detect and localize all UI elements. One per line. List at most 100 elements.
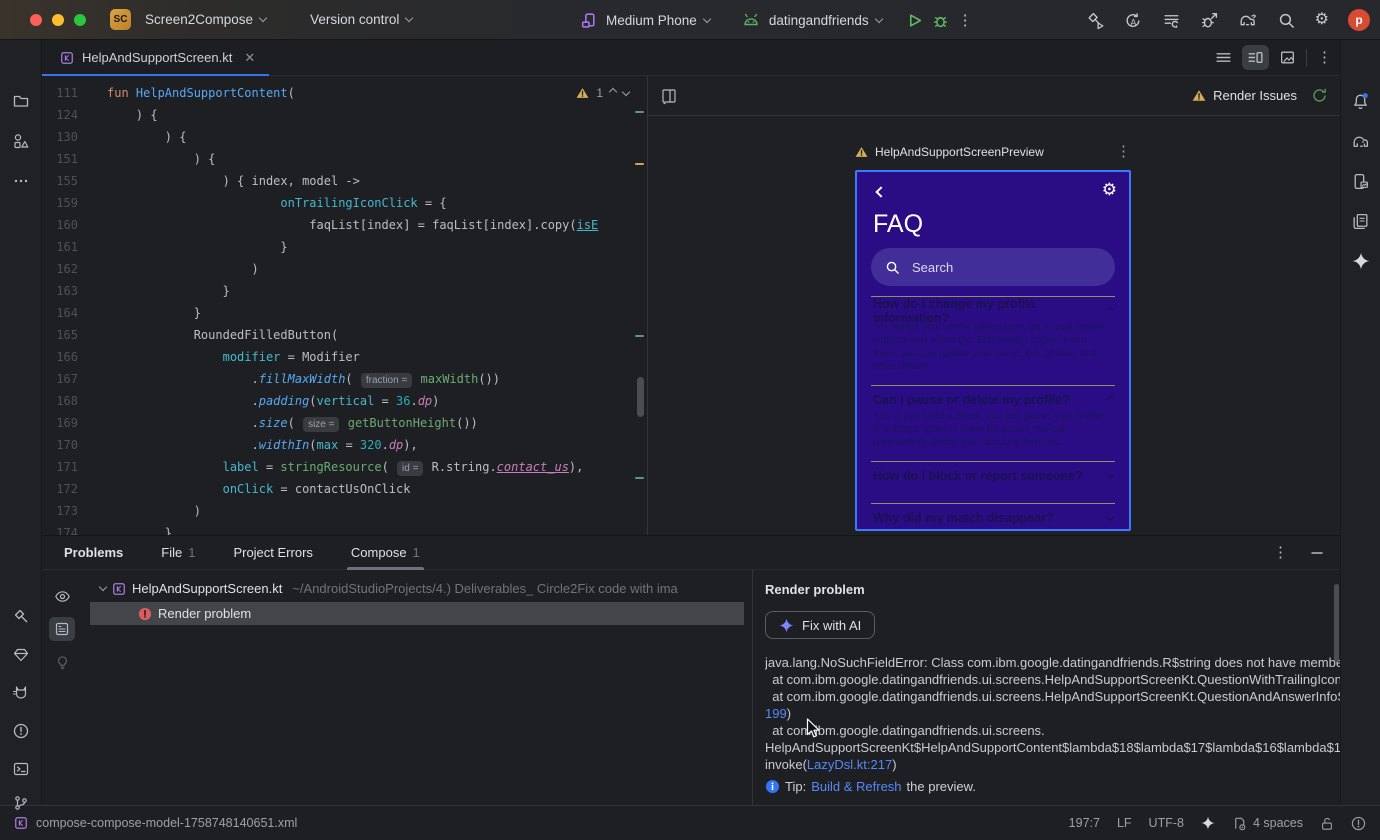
code-text[interactable]: fun HelpAndSupportContent( (107, 82, 295, 104)
code-text[interactable]: modifier = Modifier (107, 346, 360, 368)
code-line[interactable]: 162 ) (42, 258, 647, 280)
panel-tab-problems[interactable]: Problems (58, 536, 129, 570)
code-text[interactable]: ) { index, model -> (107, 170, 360, 192)
run-configuration-selector[interactable]: datingandfriends (769, 13, 883, 28)
preview-layout-icon[interactable] (660, 87, 678, 105)
ai-status-sparkle-icon[interactable] (1201, 816, 1215, 830)
minimize-window-button[interactable] (52, 13, 64, 26)
code-text[interactable]: onTrailingIconClick = { (107, 192, 446, 214)
stripe-mark-teal[interactable] (635, 111, 644, 113)
code-line[interactable]: 159 onTrailingIconClick = { (42, 192, 647, 214)
device-selector[interactable]: Medium Phone (606, 13, 712, 28)
code-line[interactable]: 173 ) (42, 500, 647, 522)
line-number[interactable]: 170 (42, 434, 78, 456)
phone-preview-frame[interactable]: ⚙ FAQ Search How do I change my profile … (855, 170, 1131, 531)
editor-tab[interactable]: HelpAndSupportScreen.kt ✕ (42, 40, 270, 77)
line-number[interactable]: 130 (42, 126, 78, 148)
code-text[interactable]: .padding(vertical = 36.dp) (107, 390, 439, 412)
resource-manager-icon[interactable] (6, 126, 36, 156)
code-line[interactable]: 155 ) { index, model -> (42, 170, 647, 192)
line-number[interactable]: 155 (42, 170, 78, 192)
code-line[interactable]: 161 } (42, 236, 647, 258)
code-text[interactable]: RoundedFilledButton( (107, 324, 339, 346)
code-text[interactable]: } (107, 522, 172, 535)
line-number[interactable]: 169 (42, 412, 78, 434)
line-number[interactable]: 168 (42, 390, 78, 412)
code-text[interactable]: ) (107, 500, 201, 522)
back-arrow-icon[interactable] (875, 186, 887, 198)
faq-item[interactable]: Can I pause or delete my profile? Yes. If… (871, 385, 1115, 449)
code-text[interactable]: onClick = contactUsOnClick (107, 478, 411, 500)
panel-tab-project-errors[interactable]: Project Errors (227, 536, 318, 570)
preview-options-icon[interactable]: ⋮ (1116, 144, 1131, 159)
line-separator[interactable]: LF (1117, 816, 1132, 830)
code-line[interactable]: 124 ) { (42, 104, 647, 126)
build-tool-icon[interactable] (6, 602, 36, 632)
stripe-mark-warning[interactable] (635, 163, 644, 165)
apply-changes-icon[interactable]: A (1124, 11, 1143, 30)
code-line[interactable]: 111 fun HelpAndSupportContent( (42, 82, 647, 104)
problems-tool-icon[interactable] (6, 716, 36, 746)
app-quality-insights-icon[interactable] (6, 640, 36, 670)
code-text[interactable]: .widthIn(max = 320.dp), (107, 434, 417, 456)
code-text[interactable]: } (107, 302, 201, 324)
gradle-elephant-icon[interactable] (1346, 126, 1376, 156)
line-number[interactable]: 171 (42, 456, 78, 478)
code-line[interactable]: 164 } (42, 302, 647, 324)
file-encoding[interactable]: UTF-8 (1149, 816, 1184, 830)
render-problem-row[interactable]: Render problem (90, 602, 744, 625)
code-text[interactable]: } (107, 280, 230, 302)
caret-position[interactable]: 197:7 (1069, 816, 1100, 830)
problems-file-row[interactable]: HelpAndSupportScreen.kt ~/AndroidStudioP… (82, 577, 752, 600)
previous-problem-icon[interactable] (608, 87, 618, 96)
code-area[interactable]: 111 fun HelpAndSupportContent(124 ) {130 … (42, 82, 647, 535)
line-number[interactable]: 160 (42, 214, 78, 236)
code-line[interactable]: 172 onClick = contactUsOnClick (42, 478, 647, 500)
faq-item[interactable]: How do I change my profile information? T… (871, 296, 1115, 373)
code-text[interactable]: .size( size = getButtonHeight()) (107, 412, 478, 434)
split-view-icon[interactable] (1242, 45, 1269, 70)
search-everywhere-icon[interactable] (1277, 11, 1296, 30)
detail-scrollbar[interactable] (1334, 584, 1339, 662)
stripe-mark-teal[interactable] (635, 477, 644, 479)
attach-debugger-icon[interactable] (1200, 11, 1219, 30)
line-number[interactable]: 151 (42, 148, 78, 170)
code-line[interactable]: 165 RoundedFilledButton( (42, 324, 647, 346)
code-line[interactable]: 160 faqList[index] = faqList[index].copy… (42, 214, 647, 236)
editor-scrollbar[interactable] (637, 377, 644, 417)
device-explorer-icon[interactable] (1346, 206, 1376, 236)
line-number[interactable]: 173 (42, 500, 78, 522)
code-text[interactable]: ) { (107, 148, 216, 170)
hide-panel-icon[interactable] (1310, 546, 1324, 560)
gradle-sync-icon[interactable] (1238, 11, 1258, 30)
line-number[interactable]: 163 (42, 280, 78, 302)
quick-fix-bulb-icon[interactable] (49, 650, 75, 674)
line-number[interactable]: 167 (42, 368, 78, 390)
line-number[interactable]: 159 (42, 192, 78, 214)
more-actions-button[interactable]: ⋮ (958, 13, 973, 28)
gemini-sparkle-icon[interactable] (1346, 246, 1376, 276)
faq-item[interactable]: How do I block or report someone? (871, 461, 1115, 503)
stack-link[interactable]: 199 (765, 706, 787, 721)
code-text[interactable]: label = stringResource( id = R.string.co… (107, 456, 583, 478)
code-text[interactable]: ) { (107, 126, 187, 148)
panel-options-icon[interactable]: ⋮ (1273, 545, 1288, 560)
code-text[interactable]: .fillMaxWidth( fraction = maxWidth()) (107, 368, 500, 390)
project-folder-icon[interactable] (6, 86, 36, 116)
faq-item[interactable]: Why did my match disappear? (871, 503, 1115, 529)
code-line[interactable]: 170 .widthIn(max = 320.dp), (42, 434, 647, 456)
line-number[interactable]: 166 (42, 346, 78, 368)
line-number[interactable]: 162 (42, 258, 78, 280)
code-line[interactable]: 168 .padding(vertical = 36.dp) (42, 390, 647, 412)
code-line[interactable]: 171 label = stringResource( id = R.strin… (42, 456, 647, 478)
show-details-icon[interactable] (49, 617, 75, 641)
line-number[interactable]: 161 (42, 236, 78, 258)
user-avatar[interactable]: p (1348, 9, 1370, 31)
line-number[interactable]: 164 (42, 302, 78, 324)
logcat-icon[interactable] (6, 678, 36, 708)
project-menu[interactable]: Screen2Compose (145, 12, 268, 27)
code-editor[interactable]: 111 fun HelpAndSupportContent(124 ) {130 … (42, 76, 648, 535)
notifications-bell-icon[interactable] (1346, 86, 1376, 116)
editor-options-icon[interactable]: ⋮ (1317, 50, 1332, 65)
inspection-widget[interactable]: 1 (576, 86, 631, 100)
